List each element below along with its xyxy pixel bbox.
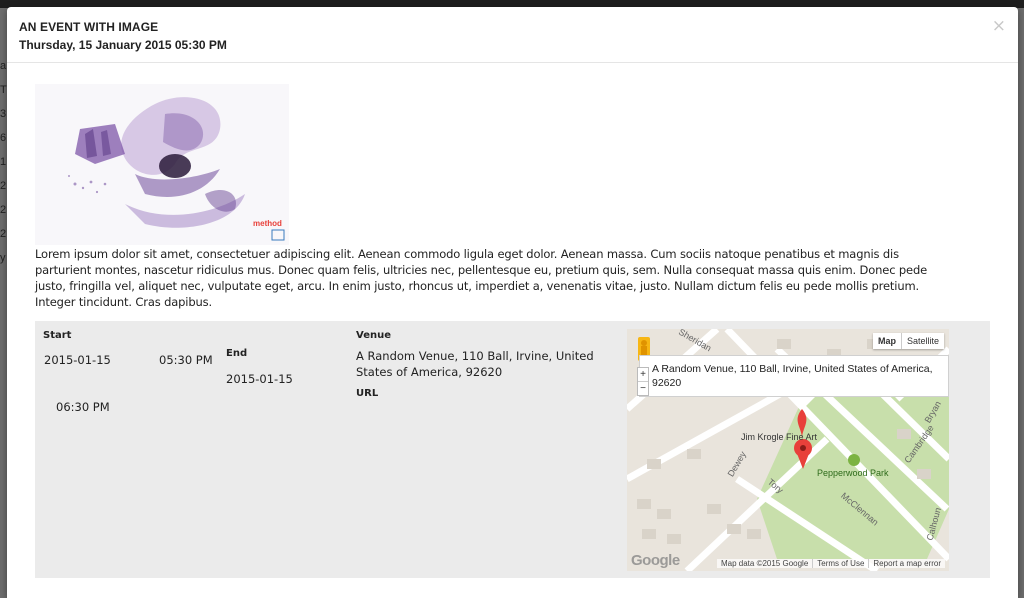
zoom-control: + −: [637, 367, 649, 396]
info-window-tail: [795, 397, 815, 407]
marker-label: Jim Krogle Fine Art: [741, 432, 818, 442]
map-info-window: A Random Venue, 110 Ball, Irvine, United…: [639, 355, 949, 397]
end-time: 06:30 PM: [56, 400, 110, 414]
event-details-panel: Start 2015-01-15 05:30 PM End 2015-01-15…: [35, 321, 990, 578]
start-label: Start: [43, 330, 72, 341]
report-error-link[interactable]: Report a map error: [868, 559, 945, 568]
modal-subtitle: Thursday, 15 January 2015 05:30 PM: [19, 38, 227, 52]
map-data-text: Map data ©2015 Google: [716, 559, 813, 568]
start-date: 2015-01-15: [44, 353, 111, 367]
zoom-out-button[interactable]: −: [638, 382, 648, 395]
url-label: URL: [356, 388, 379, 399]
end-label: End: [226, 348, 248, 359]
start-time: 05:30 PM: [159, 353, 213, 367]
terms-of-use-link[interactable]: Terms of Use: [812, 559, 869, 568]
end-date: 2015-01-15: [226, 372, 293, 386]
info-window-text: A Random Venue, 110 Ball, Irvine, United…: [652, 363, 933, 389]
event-description: Lorem ipsum dolor sit amet, consectetuer…: [35, 247, 928, 309]
map-footer: Map data ©2015 Google Terms of Use Repor…: [716, 559, 945, 568]
close-icon[interactable]: ×: [992, 17, 1006, 35]
modal-header: AN EVENT WITH IMAGE Thursday, 15 January…: [7, 7, 1018, 63]
event-artwork-image: method: [35, 84, 289, 245]
park-label: Pepperwood Park: [817, 468, 889, 478]
venue-label: Venue: [356, 330, 391, 341]
map-type-map-button[interactable]: Map: [873, 333, 902, 349]
zoom-in-button[interactable]: +: [638, 368, 648, 382]
google-logo[interactable]: Google: [631, 552, 680, 569]
map-type-satellite-button[interactable]: Satellite: [902, 333, 944, 349]
venue-map[interactable]: Map Satellite A Random Venue, 110 Ball, …: [627, 329, 949, 571]
event-modal: AN EVENT WITH IMAGE Thursday, 15 January…: [7, 7, 1018, 598]
modal-title: AN EVENT WITH IMAGE: [19, 20, 159, 34]
brand-text: method: [253, 219, 282, 228]
venue-value: A Random Venue, 110 Ball, Irvine, United…: [356, 349, 594, 379]
map-type-control: Map Satellite: [872, 333, 944, 349]
